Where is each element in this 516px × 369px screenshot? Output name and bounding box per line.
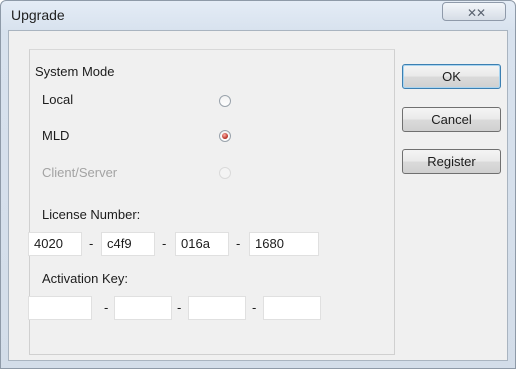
license-part-4[interactable]: 1680 bbox=[249, 232, 319, 256]
license-part-2[interactable]: c4f9 bbox=[101, 232, 155, 256]
upgrade-dialog: Upgrade ✕✕ System Mode Local MLD Client/… bbox=[0, 0, 516, 369]
dialog-body: System Mode Local MLD Client/Server Lice… bbox=[8, 30, 508, 361]
title-bar[interactable]: Upgrade ✕✕ bbox=[1, 1, 515, 31]
license-separator-1: - bbox=[89, 236, 94, 251]
radio-local-label[interactable]: Local bbox=[42, 92, 73, 107]
register-button[interactable]: Register bbox=[402, 149, 501, 174]
radio-local[interactable] bbox=[219, 95, 231, 107]
system-mode-label: System Mode bbox=[35, 64, 115, 79]
radio-mld-label[interactable]: MLD bbox=[42, 128, 69, 143]
radio-mld[interactable] bbox=[219, 130, 231, 142]
radio-client-server bbox=[219, 167, 231, 179]
close-button[interactable]: ✕✕ bbox=[442, 2, 506, 21]
license-part-3[interactable]: 016a bbox=[175, 232, 229, 256]
activation-separator-2: - bbox=[177, 300, 182, 315]
activation-part-3[interactable] bbox=[188, 296, 246, 320]
activation-separator-3: - bbox=[252, 300, 257, 315]
cancel-button[interactable]: Cancel bbox=[402, 107, 501, 132]
license-separator-3: - bbox=[236, 236, 241, 251]
activation-part-4[interactable] bbox=[263, 296, 321, 320]
ok-button[interactable]: OK bbox=[402, 64, 501, 89]
activation-part-1[interactable] bbox=[28, 296, 92, 320]
radio-client-server-label: Client/Server bbox=[42, 165, 118, 180]
activation-key-label: Activation Key: bbox=[42, 271, 128, 286]
license-number-label: License Number: bbox=[42, 207, 141, 222]
license-part-1[interactable]: 4020 bbox=[28, 232, 82, 256]
activation-separator-1: - bbox=[104, 300, 109, 315]
close-icon: ✕✕ bbox=[467, 6, 486, 20]
activation-part-2[interactable] bbox=[114, 296, 172, 320]
window-title: Upgrade bbox=[11, 7, 65, 23]
license-separator-2: - bbox=[162, 236, 167, 251]
